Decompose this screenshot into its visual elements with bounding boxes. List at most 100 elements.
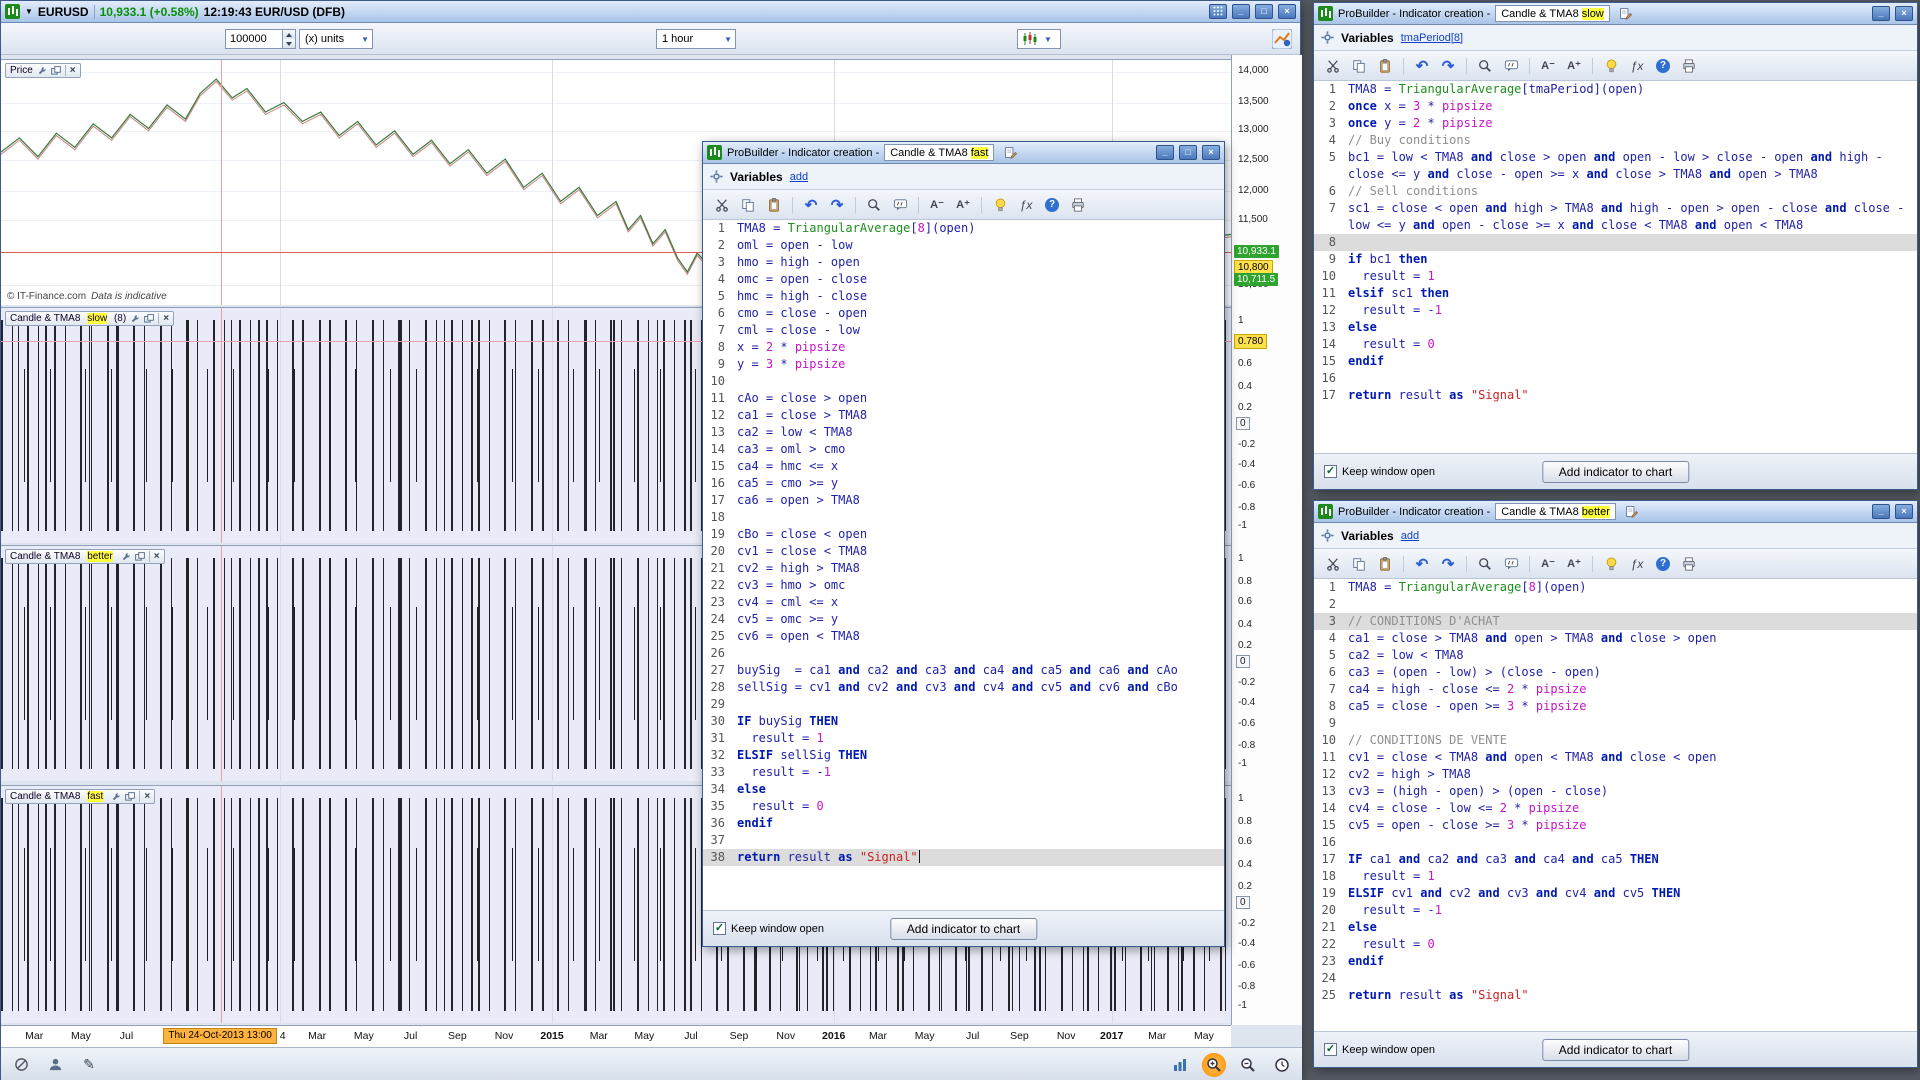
variables-add-link[interactable]: add bbox=[790, 171, 808, 183]
code-line[interactable]: 18 result = 1 bbox=[1314, 868, 1917, 885]
y-axis[interactable]: 14,00013,50013,00012,50012,00011,50010,5… bbox=[1231, 55, 1302, 1025]
minimize-button[interactable]: _ bbox=[1872, 504, 1890, 519]
lightbulb-icon[interactable] bbox=[1600, 55, 1622, 77]
code-line[interactable]: 19cBo = close < open bbox=[703, 526, 1224, 543]
cut-button[interactable] bbox=[1322, 553, 1344, 575]
step-down-icon[interactable] bbox=[283, 39, 295, 48]
code-line[interactable]: 38return result as "Signal" bbox=[703, 849, 1224, 866]
code-line[interactable]: 16 bbox=[1314, 370, 1917, 387]
code-line[interactable]: 3hmo = high - open bbox=[703, 254, 1224, 271]
code-line[interactable]: 25cv6 = open < TMA8 bbox=[703, 628, 1224, 645]
code-line[interactable]: 23endif bbox=[1314, 953, 1917, 970]
code-line[interactable]: 3once y = 2 * pipsize bbox=[1314, 115, 1917, 132]
code-line[interactable]: 20 result = -1 bbox=[1314, 902, 1917, 919]
close-button[interactable]: × bbox=[1895, 6, 1913, 21]
help-button[interactable]: ? bbox=[1652, 55, 1674, 77]
cut-button[interactable] bbox=[711, 194, 733, 216]
close-button[interactable]: × bbox=[1895, 504, 1913, 519]
indicator-panel-chip[interactable]: Candle & TMA8 fast × bbox=[5, 789, 155, 804]
code-editor[interactable]: 1TMA8 = TriangularAverage[tmaPeriod](ope… bbox=[1314, 81, 1917, 453]
code-line[interactable]: 12ca1 = close > TMA8 bbox=[703, 407, 1224, 424]
timeframe-select[interactable]: 1 hour▼ bbox=[656, 29, 736, 49]
code-line[interactable]: 30IF buySig THEN bbox=[703, 713, 1224, 730]
code-line[interactable]: 32ELSIF sellSig THEN bbox=[703, 747, 1224, 764]
comment-button[interactable] bbox=[1500, 55, 1522, 77]
variables-param-link[interactable]: tmaPeriod[8] bbox=[1401, 32, 1463, 44]
code-line[interactable]: 2once x = 3 * pipsize bbox=[1314, 98, 1917, 115]
code-editor[interactable]: 1TMA8 = TriangularAverage[8](open)23// C… bbox=[1314, 579, 1917, 1031]
insert-function-button[interactable]: ƒx bbox=[1626, 553, 1648, 575]
code-line[interactable]: 9 bbox=[1314, 715, 1917, 732]
increase-font-button[interactable]: A⁺ bbox=[1563, 553, 1585, 575]
print-button[interactable] bbox=[1678, 55, 1700, 77]
comment-button[interactable] bbox=[889, 194, 911, 216]
x-axis[interactable]: MarMayJul4MarMayJulSepNov2015MarMayJulSe… bbox=[1, 1025, 1231, 1047]
variables-add-link[interactable]: add bbox=[1401, 530, 1419, 542]
popout-window-icon[interactable] bbox=[125, 792, 135, 802]
code-line[interactable]: 15endif bbox=[1314, 353, 1917, 370]
undo-button[interactable]: ↶ bbox=[800, 194, 822, 216]
minimize-button[interactable]: _ bbox=[1232, 4, 1250, 19]
indicator-name-input[interactable]: Candle & TMA8 fast bbox=[884, 144, 994, 161]
popout-window-icon[interactable] bbox=[144, 314, 154, 324]
code-line[interactable]: 6cmo = close - open bbox=[703, 305, 1224, 322]
indicator-name-input[interactable]: Candle & TMA8 slow bbox=[1495, 5, 1610, 22]
paste-button[interactable] bbox=[1374, 55, 1396, 77]
code-line[interactable]: 10 bbox=[703, 373, 1224, 390]
code-line[interactable]: 16ca5 = cmo >= y bbox=[703, 475, 1224, 492]
decrease-font-button[interactable]: A⁻ bbox=[926, 194, 948, 216]
code-line[interactable]: 14cv4 = close - low <= 2 * pipsize bbox=[1314, 800, 1917, 817]
help-button[interactable]: ? bbox=[1652, 553, 1674, 575]
code-line[interactable]: 17ca6 = open > TMA8 bbox=[703, 492, 1224, 509]
code-line[interactable]: 12 result = -1 bbox=[1314, 302, 1917, 319]
chart-style-button[interactable]: ▼ bbox=[1017, 29, 1061, 49]
search-button[interactable] bbox=[1474, 553, 1496, 575]
code-line[interactable]: 34else bbox=[703, 781, 1224, 798]
code-line[interactable]: 7cml = close - low bbox=[703, 322, 1224, 339]
no-symbol-icon[interactable] bbox=[9, 1053, 33, 1077]
close-panel-icon[interactable]: × bbox=[139, 791, 150, 802]
code-line[interactable]: 1TMA8 = TriangularAverage[8](open) bbox=[703, 220, 1224, 237]
code-line[interactable]: 23cv4 = cml <= x bbox=[703, 594, 1224, 611]
code-line[interactable]: 8x = 2 * pipsize bbox=[703, 339, 1224, 356]
copy-button[interactable] bbox=[1348, 55, 1370, 77]
code-line[interactable]: 4ca1 = close > TMA8 and open > TMA8 and … bbox=[1314, 630, 1917, 647]
code-line[interactable]: 25return result as "Signal" bbox=[1314, 987, 1917, 1004]
code-line[interactable]: 8ca5 = close - open >= 3 * pipsize bbox=[1314, 698, 1917, 715]
code-line[interactable]: 15cv5 = open - close >= 3 * pipsize bbox=[1314, 817, 1917, 834]
step-up-icon[interactable] bbox=[283, 30, 295, 39]
code-line[interactable]: 21else bbox=[1314, 919, 1917, 936]
code-line[interactable]: 1TMA8 = TriangularAverage[8](open) bbox=[1314, 579, 1917, 596]
indicator-panel-chip[interactable]: Candle & TMA8 better × bbox=[5, 549, 165, 564]
code-line[interactable]: 4omc = open - close bbox=[703, 271, 1224, 288]
paste-button[interactable] bbox=[1374, 553, 1396, 575]
help-button[interactable]: ? bbox=[1041, 194, 1063, 216]
add-indicator-button[interactable]: Add indicator to chart bbox=[890, 918, 1037, 940]
add-indicator-button[interactable]: Add indicator to chart bbox=[1542, 1039, 1689, 1061]
code-line[interactable]: 17IF ca1 and ca2 and ca3 and ca4 and ca5… bbox=[1314, 851, 1917, 868]
code-line[interactable]: 11cAo = close > open bbox=[703, 390, 1224, 407]
price-panel-chip[interactable]: Price × bbox=[5, 63, 81, 78]
code-line[interactable]: 2oml = open - low bbox=[703, 237, 1224, 254]
code-line[interactable]: 36endif bbox=[703, 815, 1224, 832]
keep-window-open-checkbox[interactable]: ✓ Keep window open bbox=[1324, 465, 1435, 478]
code-editor[interactable]: 1TMA8 = TriangularAverage[8](open)2oml =… bbox=[703, 220, 1224, 910]
decrease-font-button[interactable]: A⁻ bbox=[1537, 55, 1559, 77]
code-line[interactable]: 14ca3 = oml > cmo bbox=[703, 441, 1224, 458]
code-line[interactable]: 31 result = 1 bbox=[703, 730, 1224, 747]
code-line[interactable]: 35 result = 0 bbox=[703, 798, 1224, 815]
code-line[interactable]: 20cv1 = close < TMA8 bbox=[703, 543, 1224, 560]
keep-window-open-checkbox[interactable]: ✓ Keep window open bbox=[1324, 1043, 1435, 1056]
pencil-icon[interactable]: ✎ bbox=[77, 1053, 101, 1077]
symbol-dropdown-icon[interactable]: ▼ bbox=[25, 7, 33, 16]
code-line[interactable]: 5hmc = high - close bbox=[703, 288, 1224, 305]
keep-window-open-checkbox[interactable]: ✓ Keep window open bbox=[713, 922, 824, 935]
close-panel-icon[interactable]: × bbox=[65, 65, 76, 76]
code-line[interactable]: 17return result as "Signal" bbox=[1314, 387, 1917, 404]
cut-button[interactable] bbox=[1322, 55, 1344, 77]
print-button[interactable] bbox=[1678, 553, 1700, 575]
popout-window-icon[interactable] bbox=[135, 552, 145, 562]
popout-window-icon[interactable] bbox=[51, 66, 61, 76]
indicator-name-input[interactable]: Candle & TMA8 better bbox=[1495, 503, 1616, 520]
code-line[interactable]: 5ca2 = low < TMA8 bbox=[1314, 647, 1917, 664]
